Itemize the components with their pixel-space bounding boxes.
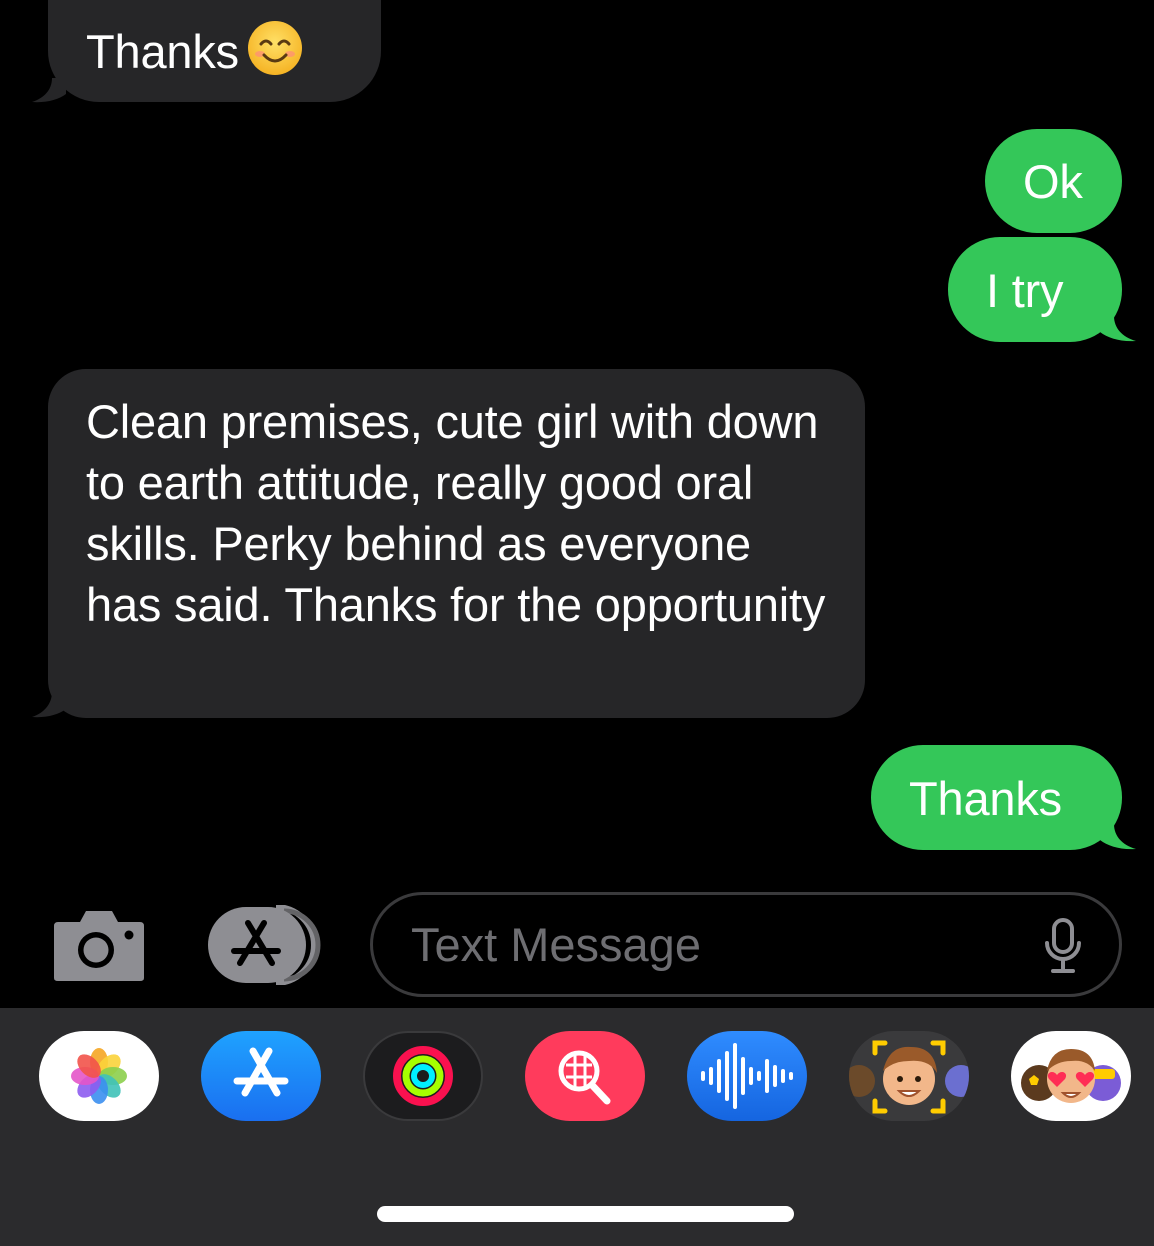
waveform-icon xyxy=(701,1043,793,1109)
activity-rings-icon xyxy=(393,1046,453,1106)
app-store-icon xyxy=(208,904,321,986)
microphone-icon xyxy=(1045,918,1081,973)
memoji-camera-app-button[interactable] xyxy=(849,1031,969,1121)
camera-icon xyxy=(54,911,144,981)
bubble-tail xyxy=(1100,316,1136,342)
images-search-app-button[interactable] xyxy=(525,1031,645,1121)
memoji-stickers-app-button[interactable] xyxy=(1011,1031,1131,1121)
message-text: Thanks xyxy=(909,772,1062,825)
bubble-tail xyxy=(32,692,66,718)
app-store-icon xyxy=(233,1047,289,1097)
activity-app-button[interactable] xyxy=(363,1031,483,1121)
message-text: Thanks xyxy=(86,25,239,78)
memoji-camera-icon xyxy=(849,1040,969,1114)
photos-app-button[interactable] xyxy=(39,1031,159,1121)
bubble-tail xyxy=(32,78,66,103)
message-text: Ok xyxy=(1023,155,1083,208)
bubble-tail xyxy=(1100,824,1136,850)
globe-search-icon xyxy=(558,1050,611,1105)
camera-button[interactable] xyxy=(50,906,148,984)
app-store-app-button[interactable] xyxy=(201,1031,321,1121)
photos-icon xyxy=(71,1048,127,1104)
message-bubble-received[interactable]: Thanks xyxy=(48,0,381,102)
apps-button[interactable] xyxy=(206,904,324,986)
smiling-face-icon xyxy=(247,21,302,75)
message-text: I try xyxy=(986,264,1064,317)
message-bubble-received[interactable]: Clean premises, cute girl with down to e… xyxy=(48,369,865,718)
dictation-button[interactable] xyxy=(1043,917,1083,975)
message-text: Clean premises, cute girl with down to e… xyxy=(86,395,826,631)
audio-message-app-button[interactable] xyxy=(687,1031,807,1121)
message-bubble-sent[interactable]: Thanks xyxy=(871,745,1122,850)
message-input[interactable] xyxy=(411,917,1011,972)
message-bubble-sent[interactable]: Ok xyxy=(985,129,1122,233)
memoji-stickers-icon xyxy=(1021,1049,1121,1103)
home-indicator[interactable] xyxy=(377,1206,794,1222)
message-input-field[interactable] xyxy=(370,892,1122,997)
